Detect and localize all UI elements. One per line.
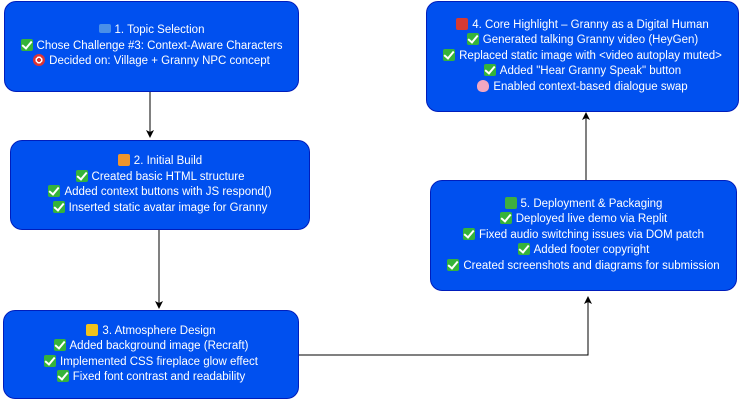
check-icon: [466, 33, 479, 46]
node-title: 2. Initial Build: [117, 154, 202, 170]
check-icon: [20, 38, 33, 51]
node-atmosphere-design: 3. Atmosphere Design Added background im…: [3, 310, 299, 399]
node-deployment-packaging: 5. Deployment & Packaging Deployed live …: [430, 180, 737, 291]
node-line: Added context buttons with JS respond(): [48, 185, 272, 201]
red-square-icon: [456, 17, 469, 30]
check-icon: [44, 354, 57, 367]
node-line: Added footer copyright: [517, 243, 649, 259]
node-line: Fixed audio switching issues via DOM pat…: [463, 227, 704, 244]
node-line: Added "Hear Granny Speak" button: [483, 64, 681, 80]
node-core-highlight: 4. Core Highlight – Granny as a Digital …: [426, 1, 739, 112]
node-line: Added background image (Recraft): [53, 339, 249, 355]
node-line: Deployed live demo via Replit: [499, 212, 667, 228]
node-line: Replaced static image with <video autopl…: [443, 48, 722, 65]
check-icon: [52, 200, 65, 213]
check-icon: [483, 64, 496, 77]
check-icon: [53, 339, 66, 351]
check-icon: [56, 370, 69, 382]
node-line: Created basic HTML structure: [75, 169, 244, 186]
node-title: 5. Deployment & Packaging: [504, 196, 662, 213]
yellow-square-icon: [86, 323, 99, 336]
dart-icon: [33, 54, 46, 67]
blue-square-icon: [98, 24, 111, 34]
node-initial-build: 2. Initial Build Created basic HTML stru…: [10, 140, 310, 230]
brain-icon: [477, 79, 490, 92]
check-icon: [48, 185, 61, 197]
node-line: Inserted static avatar image for Granny: [52, 200, 267, 217]
check-icon: [499, 212, 512, 225]
arrow-atmosphere-to-deploy: [299, 296, 592, 356]
node-topic-selection: 1. Topic Selection Chose Challenge #3: C…: [4, 1, 299, 92]
node-line: Enabled context-based dialogue swap: [477, 79, 688, 96]
node-line: Implemented CSS fireplace glow effect: [44, 354, 258, 371]
check-icon: [463, 227, 475, 240]
node-line: Fixed font contrast and readability: [56, 370, 245, 386]
orange-square-icon: [117, 154, 130, 166]
node-line: Decided on: Village + Granny NPC concept: [33, 54, 270, 70]
node-title: 1. Topic Selection: [98, 23, 204, 39]
node-title: 3. Atmosphere Design: [86, 323, 216, 340]
node-title: 4. Core Highlight – Granny as a Digital …: [456, 17, 709, 34]
check-icon: [75, 169, 88, 182]
check-icon: [447, 258, 460, 271]
node-line: Created screenshots and diagrams for sub…: [447, 258, 720, 275]
check-icon: [443, 48, 456, 61]
green-square-icon: [504, 196, 517, 209]
node-line: Chose Challenge #3: Context-Aware Charac…: [20, 38, 282, 55]
check-icon: [517, 243, 530, 256]
node-line: Generated talking Granny video (HeyGen): [466, 33, 698, 49]
